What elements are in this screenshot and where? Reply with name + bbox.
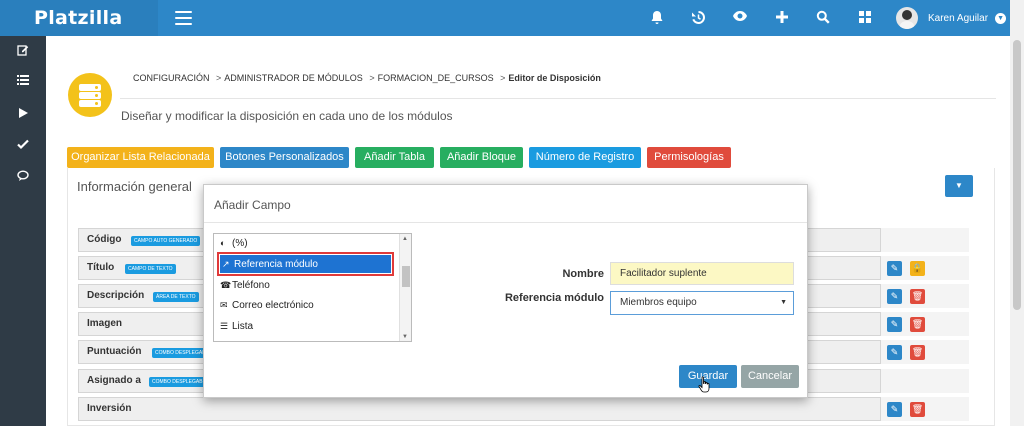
custom-buttons-button[interactable]: Botones Personalizados xyxy=(220,147,349,168)
chevron-down-icon: ▼ xyxy=(780,299,787,306)
permissions-button[interactable]: Permisologías xyxy=(647,147,731,168)
list-item[interactable]: ☎Teléfono xyxy=(220,276,270,294)
breadcrumb: CONFIGURACIÓN > ADMINISTRADOR DE MÓDULOS … xyxy=(133,73,601,83)
field-label: Asignado a xyxy=(87,375,141,386)
divider xyxy=(204,222,807,223)
comments-icon[interactable] xyxy=(15,170,31,186)
pencil-icon[interactable]: ✎ xyxy=(887,402,902,417)
avatar xyxy=(896,7,918,29)
add-table-button[interactable]: Añadir Tabla xyxy=(355,147,434,168)
field-label: Imagen xyxy=(87,318,123,329)
menu-toggle-icon[interactable] xyxy=(175,11,192,25)
grid-icon[interactable] xyxy=(857,10,873,26)
pencil-icon[interactable]: ✎ xyxy=(887,317,902,332)
field-row[interactable]: Inversión ✎ 🗑 xyxy=(78,397,969,421)
breadcrumb-item[interactable]: FORMACION_DE_CURSOS xyxy=(378,73,494,83)
history-icon[interactable] xyxy=(690,10,706,26)
hand-cursor-icon xyxy=(698,376,710,393)
page-subtitle: Diseñar y modificar la disposición en ca… xyxy=(121,109,453,123)
check-icon[interactable] xyxy=(15,138,31,154)
top-navbar: Platzilla Karen Aguilar ▼ xyxy=(0,0,1010,36)
phone-icon: ☎ xyxy=(220,280,232,290)
play-icon[interactable] xyxy=(15,107,31,123)
trash-icon[interactable]: 🗑 xyxy=(910,345,925,360)
page-scrollbar[interactable] xyxy=(1010,0,1024,426)
pencil-icon[interactable]: ✎ xyxy=(887,261,902,276)
name-label: Nombre xyxy=(562,268,604,280)
add-field-modal: Añadir Campo ◐ (%) ↗ Referencia módulo ☎Te… xyxy=(203,184,808,398)
scroll-down-icon[interactable]: ▼ xyxy=(402,334,408,340)
plus-icon[interactable] xyxy=(774,10,790,26)
field-type-list[interactable]: ◐ (%) ↗ Referencia módulo ☎Teléfono ✉ Corre… xyxy=(213,233,412,342)
organize-related-list-button[interactable]: Organizar Lista Relacionada xyxy=(67,147,214,168)
sidebar xyxy=(0,36,46,426)
pencil-icon[interactable]: ✎ xyxy=(887,345,902,360)
field-label: Puntuación xyxy=(87,346,142,357)
list-scrollbar[interactable]: ▲ ▼ xyxy=(399,234,411,341)
module-reference-label: Referencia módulo xyxy=(504,292,604,304)
list-icon[interactable] xyxy=(15,74,31,90)
pencil-icon[interactable]: ✎ xyxy=(887,289,902,304)
field-label: Código xyxy=(87,234,122,245)
half-circle-icon: ◐ xyxy=(220,238,226,248)
field-label: Descripción xyxy=(87,290,145,301)
field-label: Inversión xyxy=(87,403,132,414)
breadcrumb-current: Editor de Disposición xyxy=(508,73,601,83)
search-icon[interactable] xyxy=(815,10,831,26)
trash-icon[interactable]: 🗑 xyxy=(910,317,925,332)
trash-icon[interactable]: 🗑 xyxy=(910,289,925,304)
modal-title: Añadir Campo xyxy=(214,198,291,212)
record-number-button[interactable]: Número de Registro xyxy=(529,147,641,168)
block-title: Información general xyxy=(77,179,192,194)
envelope-icon: ✉ xyxy=(220,300,228,310)
block-options-button[interactable]: ▼ xyxy=(945,175,973,197)
trash-icon[interactable]: 🗑 xyxy=(910,402,925,417)
field-type-badge: CAMPO AUTO GENERADO xyxy=(131,236,201,246)
list-item[interactable]: ☰ Lista xyxy=(220,317,253,335)
list-icon: ☰ xyxy=(220,321,229,331)
field-type-badge: ÁREA DE TEXTO xyxy=(153,292,199,302)
add-block-button[interactable]: Añadir Bloque xyxy=(440,147,523,168)
breadcrumb-item[interactable]: ADMINISTRADOR DE MÓDULOS xyxy=(224,73,363,83)
module-logo-icon xyxy=(68,73,112,117)
user-menu[interactable]: Karen Aguilar ▼ xyxy=(896,6,1007,30)
brand-logo[interactable]: Platzilla xyxy=(0,0,158,36)
edit-icon[interactable] xyxy=(15,44,31,60)
chevron-down-icon: ▼ xyxy=(995,12,1007,24)
user-name: Karen Aguilar xyxy=(928,12,989,24)
module-reference-select[interactable]: Miembros equipo ▼ xyxy=(610,291,794,315)
external-link-icon: ↗ xyxy=(222,259,230,269)
name-input[interactable]: Facilitador suplente xyxy=(610,262,794,285)
lock-icon[interactable]: 🔒 xyxy=(910,261,925,276)
scroll-up-icon[interactable]: ▲ xyxy=(402,236,408,242)
list-item-selected[interactable]: ↗ Referencia módulo xyxy=(217,252,394,276)
field-type-badge: CAMPO DE TEXTO xyxy=(125,264,176,274)
cancel-button[interactable]: Cancelar xyxy=(741,365,799,388)
eye-icon[interactable] xyxy=(732,10,748,26)
field-label: Título xyxy=(87,262,115,273)
breadcrumb-item[interactable]: CONFIGURACIÓN xyxy=(133,73,210,83)
list-item[interactable]: ◐ (%) xyxy=(220,234,248,252)
divider xyxy=(120,98,996,99)
bell-icon[interactable] xyxy=(649,10,665,26)
list-item[interactable]: ✉ Correo electrónico xyxy=(220,296,314,314)
